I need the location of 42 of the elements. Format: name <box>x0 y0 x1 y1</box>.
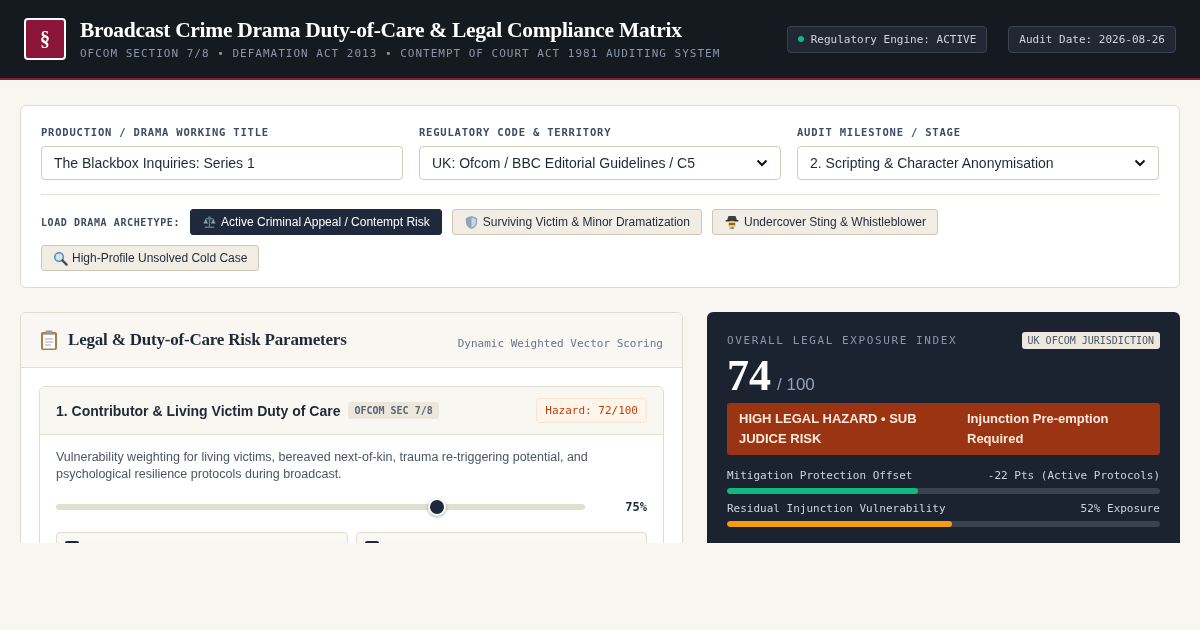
field-label: AUDIT MILESTONE / STAGE <box>797 126 961 138</box>
shield-icon <box>463 214 479 230</box>
badge-text: Audit Date: 2026-08-26 <box>1019 32 1165 46</box>
archetype-button[interactable]: Undercover Sting & Whistleblower <box>711 209 939 235</box>
slider-thumb[interactable] <box>428 498 447 516</box>
section-title: 1. Contributor & Living Victim Duty of Care <box>56 402 341 419</box>
field-label: PRODUCTION / DRAMA WORKING TITLE <box>41 126 269 138</box>
slider-reading: 75% <box>625 500 647 514</box>
status-dot-icon <box>797 36 804 42</box>
hazard-badge: Hazard: 72/100 <box>536 398 647 423</box>
score-max: / 100 <box>777 375 815 395</box>
exposure-label: OVERALL LEGAL EXPOSURE INDEX <box>727 334 958 347</box>
chevron-down-icon <box>1134 159 1146 167</box>
jurisdiction-badge: UK OFCOM JURISDICTION <box>1021 332 1160 349</box>
archetype-label: LOAD DRAMA ARCHETYPE: <box>41 216 181 228</box>
score-value: 74 <box>727 355 771 397</box>
field-label: REGULATORY CODE & TERRITORY <box>419 126 612 138</box>
section-tag: OFCOM SEC 7/8 <box>348 402 439 419</box>
archetype-button[interactable]: Surviving Victim & Minor Dramatization <box>451 209 702 235</box>
dropdown-select[interactable]: 2. Scripting & Character Anonymisation <box>797 146 1159 180</box>
archetype-button[interactable]: High-Profile Unsolved Cold Case <box>41 245 260 271</box>
badge-text: Regulatory Engine: ACTIVE <box>810 32 977 46</box>
app-subtitle: OFCOM SECTION 7/8 • DEFAMATION ACT 2013 • CONTEMPT OF COURT ACT 1981 AUDITING SYSTEM <box>80 46 721 60</box>
search-icon <box>53 250 68 266</box>
panel-subtitle: Dynamic Weighted Vector Scoring <box>457 336 663 350</box>
scales-icon <box>202 214 218 230</box>
archetype-button[interactable]: Active Criminal Appeal / Contempt Risk <box>190 209 442 235</box>
section-description: Vulnerability weighting for living victims, bereaved next-of-kin, trauma re-triggering potential, and psychological resilience protocols during broadcast. <box>56 449 589 483</box>
alert-status: HIGH LEGAL HAZARD • SUB JUDICE RISK <box>739 410 918 448</box>
logo: § <box>24 18 66 60</box>
meter-label: Residual Injunction Vulnerability <box>727 502 946 515</box>
chevron-down-icon <box>756 159 768 167</box>
meter-label: Mitigation Protection Offset <box>727 469 913 482</box>
clipboard-icon <box>40 330 58 350</box>
alert-action: Injunction Pre-emption Required <box>967 410 1110 448</box>
title-input-field[interactable]: The Blackbox Inquiries: Series 1 <box>41 146 403 180</box>
dropdown-select[interactable]: UK: Ofcom / BBC Editorial Guidelines / C5 <box>419 146 781 180</box>
panel-title: Legal & Duty-of-Care Risk Parameters <box>68 330 347 350</box>
meter-reading: -22 Pts (Active Protocols) <box>987 469 1160 482</box>
app-title: Broadcast Crime Drama Duty-of-Care & Legal Compliance Matrix <box>80 18 683 44</box>
meter-reading: 52% Exposure <box>1080 502 1160 515</box>
detective-icon <box>723 214 740 230</box>
